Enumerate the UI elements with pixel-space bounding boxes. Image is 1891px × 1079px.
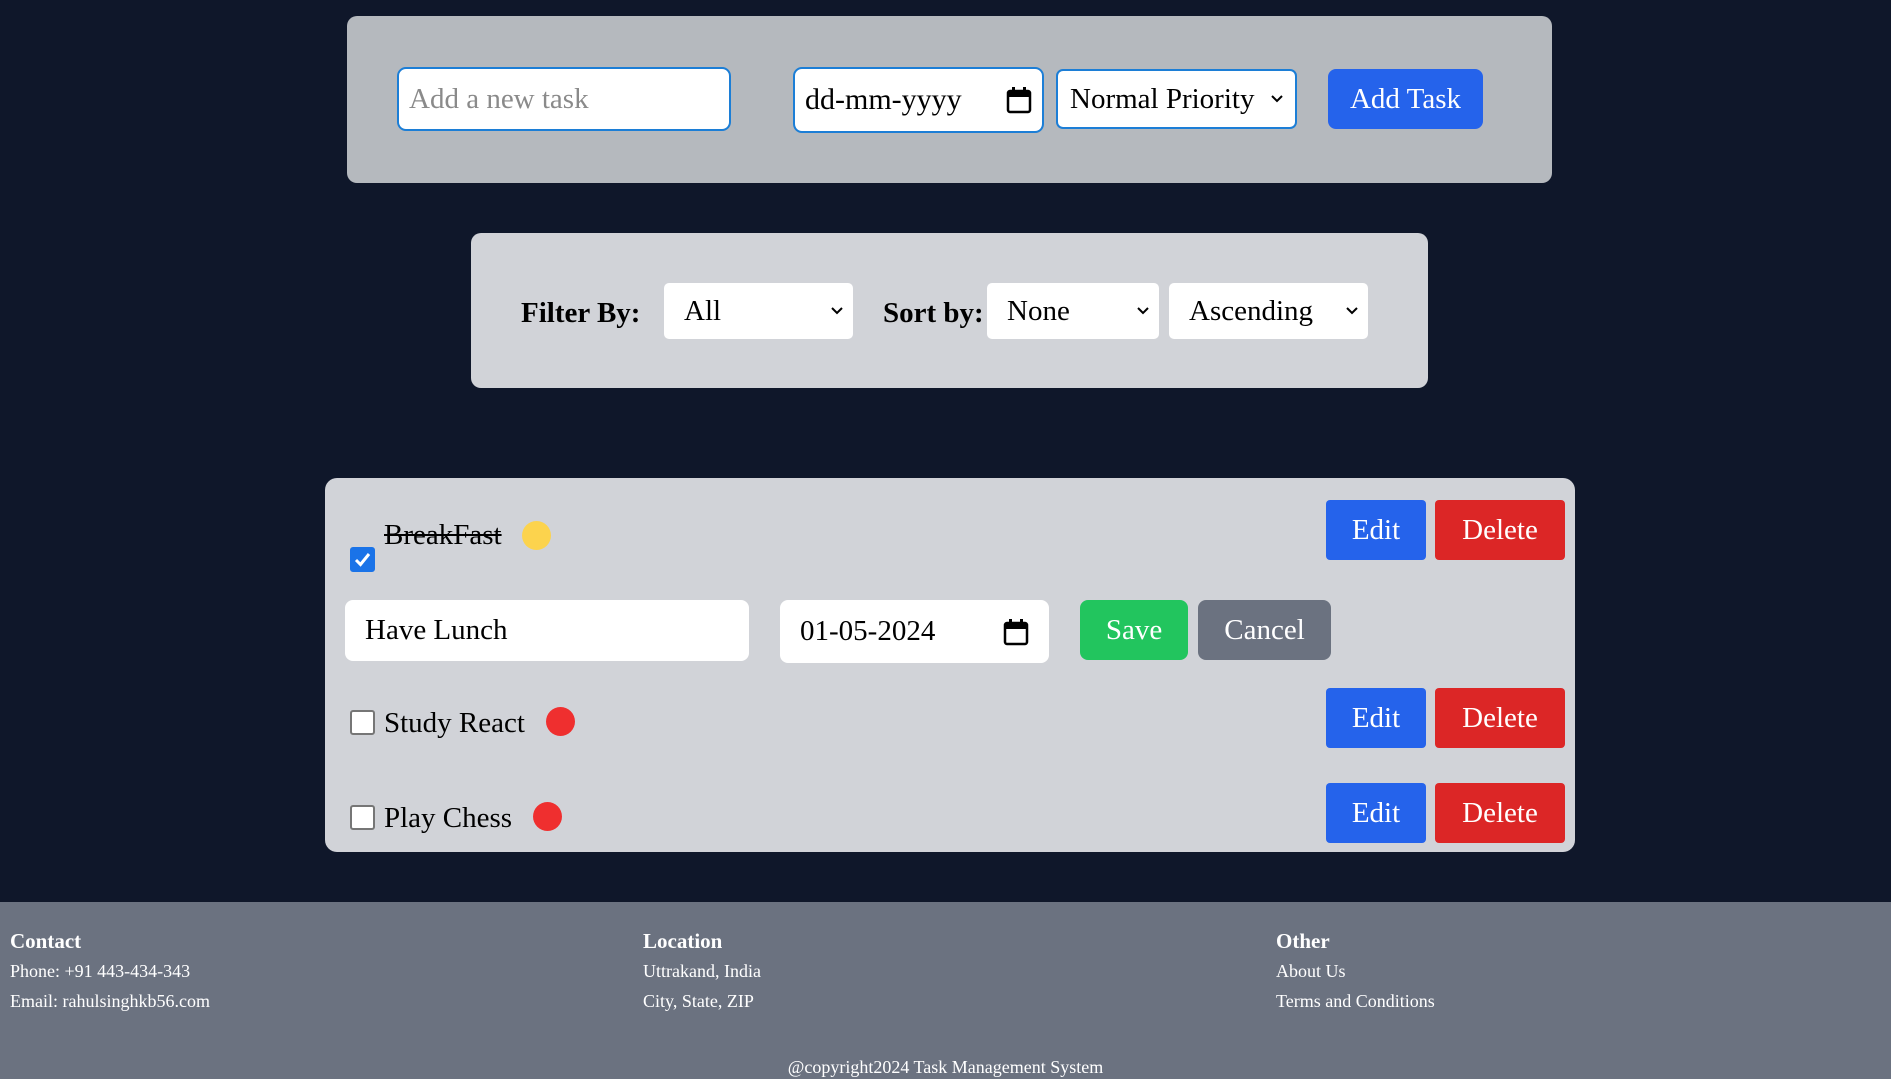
- task-complete-checkbox[interactable]: [350, 805, 375, 830]
- priority-select[interactable]: Normal Priority: [1056, 69, 1297, 129]
- footer-location: Location Uttrakand, India City, State, Z…: [643, 926, 761, 1016]
- task-complete-checkbox[interactable]: [350, 547, 375, 572]
- delete-task-button[interactable]: Delete: [1435, 500, 1565, 560]
- footer-other-heading: Other: [1276, 929, 1330, 953]
- save-task-button[interactable]: Save: [1080, 600, 1188, 660]
- add-task-panel: dd-mm-yyyy Normal Priority Add Task: [347, 16, 1552, 183]
- date-placeholder: dd-mm-yyyy: [805, 83, 962, 116]
- checkmark-icon: [354, 553, 371, 567]
- task-complete-checkbox[interactable]: [350, 710, 375, 735]
- filter-panel: Filter By: All Sort by: None Ascending: [471, 233, 1428, 388]
- task-item: Study React Edit Delete: [325, 688, 1575, 750]
- calendar-icon[interactable]: [1006, 86, 1032, 114]
- task-list: BreakFast Edit Delete 01-05-2024 Save Ca…: [325, 478, 1575, 852]
- chevron-down-icon: [831, 307, 843, 315]
- chevron-down-icon: [1271, 95, 1283, 103]
- edit-date-value: 01-05-2024: [800, 615, 936, 647]
- due-date-input[interactable]: dd-mm-yyyy: [793, 67, 1044, 133]
- footer-phone: Phone: +91 443-434-343: [10, 961, 191, 981]
- task-item: BreakFast Edit Delete: [325, 500, 1575, 572]
- footer-copyright: @copyright2024 Task Management System: [787, 1057, 1104, 1077]
- sort-order-selected-value: Ascending: [1189, 294, 1314, 327]
- sort-by-label: Sort by:: [883, 297, 984, 329]
- task-item: Play Chess Edit Delete: [325, 783, 1575, 845]
- chevron-down-icon: [1346, 307, 1358, 315]
- priority-indicator: [533, 802, 562, 831]
- footer-email: Email: rahulsinghkb56.com: [10, 991, 210, 1011]
- task-title: BreakFast: [384, 519, 502, 551]
- add-task-button[interactable]: Add Task: [1328, 69, 1483, 129]
- new-task-input[interactable]: [397, 67, 731, 131]
- chevron-down-icon: [1137, 307, 1149, 315]
- delete-task-button[interactable]: Delete: [1435, 688, 1565, 748]
- footer: Contact Phone: +91 443-434-343 Email: ra…: [0, 902, 1891, 1079]
- edit-task-button[interactable]: Edit: [1326, 783, 1426, 843]
- footer-contact-heading: Contact: [10, 929, 82, 953]
- cancel-edit-button[interactable]: Cancel: [1198, 600, 1331, 660]
- priority-selected-value: Normal Priority: [1070, 82, 1255, 115]
- sort-order-select[interactable]: Ascending: [1169, 283, 1368, 339]
- edit-task-button[interactable]: Edit: [1326, 500, 1426, 560]
- filter-select[interactable]: All: [664, 283, 853, 339]
- filter-selected-value: All: [684, 294, 722, 327]
- priority-indicator: [522, 521, 551, 550]
- filter-by-label: Filter By:: [521, 297, 641, 329]
- footer-other: Other About Us Terms and Conditions: [1276, 926, 1435, 1016]
- footer-location-line1: Uttrakand, India: [643, 961, 761, 981]
- priority-indicator: [546, 707, 575, 736]
- sort-selected-value: None: [1007, 294, 1070, 327]
- task-title: Study React: [384, 707, 525, 739]
- edit-task-button[interactable]: Edit: [1326, 688, 1426, 748]
- task-title: Play Chess: [384, 802, 513, 834]
- footer-terms-link[interactable]: Terms and Conditions: [1276, 986, 1435, 1016]
- footer-contact: Contact Phone: +91 443-434-343 Email: ra…: [10, 926, 210, 1016]
- footer-location-line2: City, State, ZIP: [643, 991, 754, 1011]
- calendar-icon[interactable]: [1003, 618, 1029, 646]
- footer-location-heading: Location: [643, 929, 723, 953]
- delete-task-button[interactable]: Delete: [1435, 783, 1565, 843]
- footer-about-link[interactable]: About Us: [1276, 956, 1435, 986]
- edit-task-title-input[interactable]: [345, 600, 749, 661]
- sort-select[interactable]: None: [987, 283, 1159, 339]
- edit-task-date-input[interactable]: 01-05-2024: [780, 600, 1049, 663]
